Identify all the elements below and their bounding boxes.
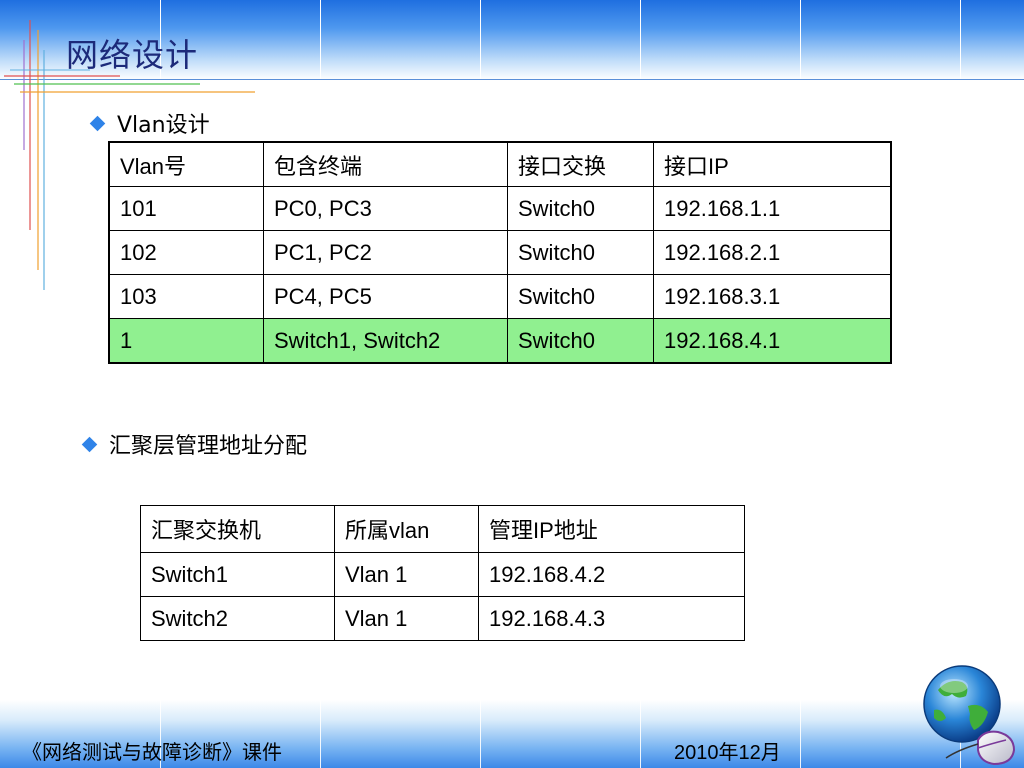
table-cell: 192.168.2.1 [653,230,892,275]
diamond-bullet-icon [81,436,98,452]
table-cell: Switch0 [507,274,654,319]
banner-divider [320,0,321,80]
banner-divider [800,700,801,768]
table-cell: 192.168.1.1 [653,186,892,231]
banner-divider [480,0,481,80]
table-cell: Vlan 1 [334,596,479,641]
section-aggregation-heading: 汇聚层管理地址分配 [80,428,307,460]
table-header-cell: 所属vlan [334,505,479,553]
globe-mouse-icon [923,665,1016,766]
table-cell: PC1, PC2 [263,230,508,275]
table-header-row: 汇聚交换机 所属vlan 管理IP地址 [140,505,745,553]
section-heading-text: Vlan设计 [117,113,210,138]
table-cell: Switch2 [140,596,335,641]
table-cell: 102 [108,230,264,275]
banner-divider [320,700,321,768]
table-cell: Switch0 [507,318,654,364]
table-cell: 1 [108,318,264,364]
table-cell: 192.168.4.2 [478,552,745,597]
table-row-highlighted: 1 Switch1, Switch2 Switch0 192.168.4.1 [108,318,892,364]
table-row: Switch2 Vlan 1 192.168.4.3 [140,596,745,641]
table-row: 102 PC1, PC2 Switch0 192.168.2.1 [108,230,892,275]
banner-divider [640,700,641,768]
section-vlan-heading: Vlan设计 [88,107,210,139]
table-cell: 192.168.4.3 [478,596,745,641]
table-row: 103 PC4, PC5 Switch0 192.168.3.1 [108,274,892,319]
section-heading-text: 汇聚层管理地址分配 [109,434,308,459]
table-cell: Switch0 [507,230,654,275]
banner-divider [960,0,961,80]
table-cell: PC4, PC5 [263,274,508,319]
banner-divider [800,0,801,80]
table-cell: Switch1, Switch2 [263,318,508,364]
page-title: 网络设计 [66,36,199,74]
vlan-table: Vlan号 包含终端 接口交换 接口IP 101 PC0, PC3 Switch… [108,141,892,364]
table-header-cell: 汇聚交换机 [140,505,335,553]
banner-divider [640,0,641,80]
table-header-cell: 包含终端 [263,141,508,187]
table-cell: Switch1 [140,552,335,597]
table-cell: Vlan 1 [334,552,479,597]
footer-date: 2010年12月 [674,742,781,764]
table-cell: Switch0 [507,186,654,231]
aggregation-table: 汇聚交换机 所属vlan 管理IP地址 Switch1 Vlan 1 192.1… [140,505,745,641]
table-header-row: Vlan号 包含终端 接口交换 接口IP [108,141,892,187]
footer-course-title: 《网络测试与故障诊断》课件 [22,740,282,764]
table-cell: 192.168.3.1 [653,274,892,319]
table-cell: 192.168.4.1 [653,318,892,364]
table-row: 101 PC0, PC3 Switch0 192.168.1.1 [108,186,892,231]
table-header-cell: 接口交换 [507,141,654,187]
table-header-cell: 接口IP [653,141,892,187]
banner-divider [480,700,481,768]
table-cell: 101 [108,186,264,231]
table-header-cell: 管理IP地址 [478,505,745,553]
table-cell: 103 [108,274,264,319]
table-cell: PC0, PC3 [263,186,508,231]
table-header-cell: Vlan号 [108,141,264,187]
diamond-bullet-icon [89,115,106,131]
table-row: Switch1 Vlan 1 192.168.4.2 [140,552,745,597]
